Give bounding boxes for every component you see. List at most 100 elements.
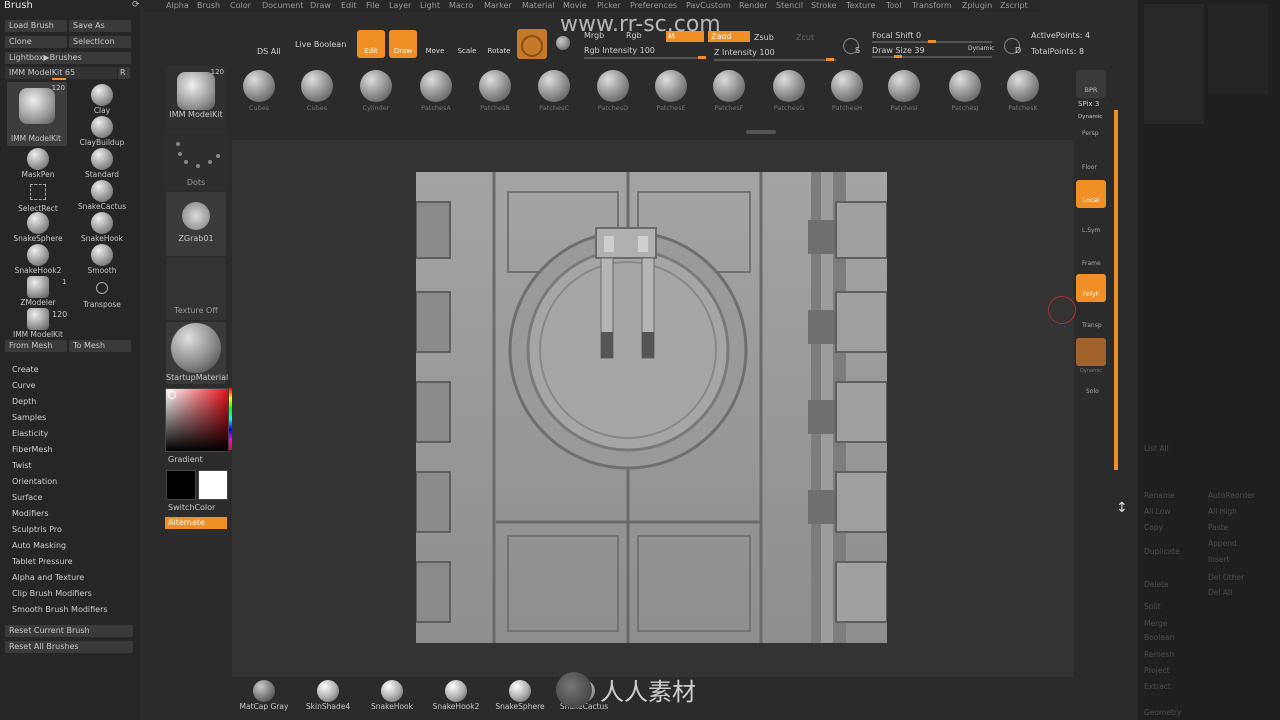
copy-button[interactable]: Copy: [1144, 523, 1163, 532]
zcut-button[interactable]: Zcut: [796, 33, 814, 42]
bottom-snakehook2[interactable]: SnakeHook2: [424, 680, 488, 711]
clone-button[interactable]: Clone: [5, 36, 67, 48]
dynamic-toggle[interactable]: Dynamic: [968, 45, 994, 52]
brush-snakehook[interactable]: SnakeHook: [70, 212, 134, 244]
to-mesh-button[interactable]: To Mesh: [69, 340, 131, 352]
current-brush-thumbnail[interactable]: 120 IMM ModelKit: [7, 82, 67, 146]
menu-movie[interactable]: Movie: [563, 0, 587, 12]
select-icon-button[interactable]: SelectIcon: [69, 36, 131, 48]
brush-maskpen[interactable]: MaskPen: [6, 148, 70, 180]
subtool-thumbnails[interactable]: [1208, 4, 1268, 94]
polyf-button[interactable]: PolyF: [1076, 274, 1106, 302]
switch-color-button[interactable]: SwitchColor: [168, 503, 215, 512]
menu-brush[interactable]: Brush: [197, 0, 220, 12]
sculpt-document[interactable]: [415, 172, 888, 643]
menu-zscript[interactable]: Zscript: [1000, 0, 1028, 12]
del-other-button[interactable]: Del Other: [1208, 573, 1244, 582]
primary-color-swatch[interactable]: [166, 470, 196, 500]
section-surface[interactable]: Surface: [12, 493, 42, 502]
all-high-button[interactable]: All High: [1208, 507, 1237, 516]
section-create[interactable]: Create: [12, 365, 39, 374]
z-intensity-slider[interactable]: Z Intensity 100: [714, 48, 775, 57]
menu-file[interactable]: File: [366, 0, 379, 12]
section-sculptris-pro[interactable]: Sculptris Pro: [12, 525, 62, 534]
rename-button[interactable]: Rename: [1144, 491, 1175, 500]
bottom-matcap-gray[interactable]: MatCap Gray: [232, 680, 296, 711]
persp-button[interactable]: Persp: [1082, 130, 1099, 137]
bpr-button[interactable]: BPR: [1076, 70, 1106, 98]
section-fibermesh[interactable]: FiberMesh: [12, 445, 53, 454]
color-picker[interactable]: [165, 388, 229, 452]
menu-pavcustom[interactable]: PavCustom: [686, 0, 731, 12]
insert-button[interactable]: Insert: [1208, 555, 1230, 564]
gradient-label[interactable]: Gradient: [168, 455, 203, 464]
section-orientation[interactable]: Orientation: [12, 477, 57, 486]
bottom-skinshade4[interactable]: SkinShade4: [296, 680, 360, 711]
scale-button[interactable]: Scale: [453, 30, 481, 58]
menu-light[interactable]: Light: [420, 0, 440, 12]
append-button[interactable]: Append: [1208, 539, 1237, 548]
section-smooth-brush-modifiers[interactable]: Smooth Brush Modifiers: [12, 605, 108, 614]
from-mesh-button[interactable]: From Mesh: [5, 340, 67, 352]
brush-selectrect[interactable]: SelectRect: [6, 180, 70, 213]
shelf-brush-14[interactable]: PatchesK: [1000, 70, 1046, 120]
bottom-snakehook[interactable]: SnakeHook: [360, 680, 424, 711]
brush-snakecactus[interactable]: SnakeCactus: [70, 180, 134, 212]
menu-zplugin[interactable]: Zplugin: [962, 0, 992, 12]
menu-layer[interactable]: Layer: [389, 0, 411, 12]
shelf-brush-13[interactable]: PatchesJ: [942, 70, 988, 120]
section-modifiers[interactable]: Modifiers: [12, 509, 49, 518]
menu-stencil[interactable]: Stencil: [776, 0, 803, 12]
lightbox-brushes-button[interactable]: Lightbox▶Brushes: [5, 52, 131, 64]
texture-picker[interactable]: Texture Off: [166, 258, 226, 320]
shelf-brush-12[interactable]: PatchesI: [881, 70, 927, 120]
material-picker[interactable]: StartupMaterial: [166, 322, 228, 384]
remesh-button[interactable]: Remesh: [1144, 650, 1174, 659]
draw-size-knob[interactable]: [894, 55, 902, 58]
split-button[interactable]: Split: [1144, 602, 1161, 611]
shelf-brush-1[interactable]: Cubes: [236, 70, 282, 120]
focal-shift-slider[interactable]: Focal Shift 0: [872, 31, 921, 40]
menu-material[interactable]: Material: [522, 0, 555, 12]
stroke-picker[interactable]: Dots: [166, 130, 226, 190]
rgb-intensity-knob[interactable]: [698, 56, 706, 59]
menu-render[interactable]: Render: [739, 0, 767, 12]
section-tablet-pressure[interactable]: Tablet Pressure: [12, 557, 73, 566]
shelf-brush-10[interactable]: PatchesG: [766, 70, 812, 120]
tool-thumbnails[interactable]: [1144, 4, 1204, 124]
shelf-brush-8[interactable]: PatchesE: [648, 70, 694, 120]
section-clip-brush-modifiers[interactable]: Clip Brush Modifiers: [12, 589, 92, 598]
geometry-section[interactable]: Geometry: [1144, 708, 1181, 717]
menu-document[interactable]: Document: [262, 0, 303, 12]
menu-stroke[interactable]: Stroke: [811, 0, 837, 12]
autoreorder-button[interactable]: AutoReorder: [1208, 491, 1255, 500]
alpha-picker[interactable]: ZGrab01: [166, 192, 226, 256]
section-alpha-and-texture[interactable]: Alpha and Texture: [12, 573, 84, 582]
imm-r-button[interactable]: R: [118, 67, 130, 79]
floor-button[interactable]: Floor: [1082, 164, 1097, 171]
menu-edit[interactable]: Edit: [341, 0, 357, 12]
draw-size-slider[interactable]: Draw Size 39: [872, 46, 925, 55]
local-button[interactable]: Local: [1076, 180, 1106, 208]
section-depth[interactable]: Depth: [12, 397, 36, 406]
shelf-brush-3[interactable]: Cylinder: [353, 70, 399, 120]
shelf-brush-6[interactable]: PatchesC: [531, 70, 577, 120]
menu-marker[interactable]: Marker: [484, 0, 512, 12]
reset-current-brush-button[interactable]: Reset Current Brush: [5, 625, 133, 637]
zsub-button[interactable]: Zsub: [754, 33, 774, 42]
del-all-button[interactable]: Del All: [1208, 588, 1232, 597]
dynamic-persp-toggle[interactable]: Dynamic: [1078, 114, 1102, 120]
menu-preferences[interactable]: Preferences: [630, 0, 677, 12]
brush-picker[interactable]: 120 IMM ModelKit: [166, 66, 226, 128]
rgb-intensity-slider[interactable]: Rgb Intensity 100: [584, 46, 655, 55]
brush-transpose[interactable]: Transpose: [70, 276, 134, 309]
dynamic-subdiv-button[interactable]: Dynamic: [1076, 338, 1106, 374]
menu-transform[interactable]: Transform: [912, 0, 952, 12]
live-boolean-button[interactable]: Live Boolean: [295, 40, 346, 49]
section-samples[interactable]: Samples: [12, 413, 46, 422]
list-all-button[interactable]: List All: [1144, 444, 1169, 453]
menu-picker[interactable]: Picker: [597, 0, 621, 12]
frame-button[interactable]: Frame: [1082, 260, 1101, 267]
brush-claybuildup[interactable]: ClayBuildup: [70, 116, 134, 148]
brush-snakehook2[interactable]: SnakeHook2: [6, 244, 70, 276]
